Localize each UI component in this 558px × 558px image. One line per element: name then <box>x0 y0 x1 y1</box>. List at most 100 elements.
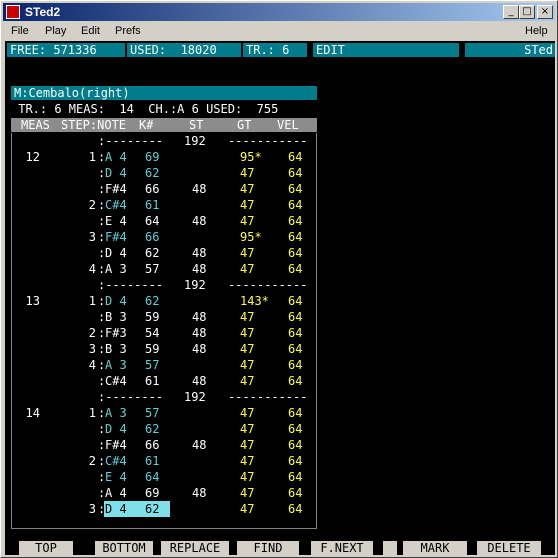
menu-file[interactable]: File <box>11 25 29 37</box>
key-number: 61 <box>145 374 160 388</box>
step-time: 48 <box>192 310 207 324</box>
note-name: C#4 <box>105 374 127 388</box>
event-row[interactable]: 4:A 3 57 48 47 64 <box>12 261 318 277</box>
key-number: 62 <box>145 422 160 436</box>
step-time: 48 <box>192 262 207 276</box>
key-number: 61 <box>145 198 160 212</box>
app-icon[interactable] <box>6 5 20 19</box>
event-row[interactable]: :A 4 69 48 47 64 <box>12 485 318 501</box>
track-title: M:Cembalo(right) <box>11 86 317 100</box>
event-row[interactable]: :E 4 64 47 64 <box>12 469 318 485</box>
note-name: A 3 <box>105 358 127 372</box>
key-number: 62 <box>145 294 160 308</box>
fkey-find[interactable]: FIND <box>237 541 299 555</box>
menu-edit[interactable]: Edit <box>81 25 100 37</box>
event-row[interactable]: 3: F#4 66 95* 64 <box>12 229 318 245</box>
velocity: 64 <box>288 486 303 500</box>
minimize-button[interactable]: _ <box>503 5 519 19</box>
key-number: 57 <box>145 358 160 372</box>
event-row[interactable]: 12 1: A 4 69 95* 64 <box>12 149 318 165</box>
title-bar[interactable]: STed2 _ □ × <box>3 3 555 21</box>
fkey-delete[interactable]: DELETE <box>477 541 541 555</box>
meas-number: 13 <box>25 294 40 308</box>
separator-line: :-------- <box>98 278 164 292</box>
step-number: 3 <box>88 230 96 244</box>
gate-time: 47 <box>240 502 255 516</box>
fkey-mark[interactable]: MARK <box>403 541 467 555</box>
note-name: D 4 <box>105 246 127 260</box>
maximize-button[interactable]: □ <box>519 5 535 19</box>
gate-time: 47 <box>240 246 255 260</box>
key-number: 59 <box>145 310 160 324</box>
gate-time: 47 <box>240 406 255 420</box>
col-key: K# <box>139 118 154 132</box>
menu-prefs[interactable]: Prefs <box>115 25 141 37</box>
event-row[interactable]: : F#4 66 48 47 64 <box>12 181 318 197</box>
close-button[interactable]: × <box>537 5 553 19</box>
event-row[interactable]: 2: F#3 54 48 47 64 <box>12 325 318 341</box>
measure-separator[interactable]: :-------- 192 ----------- <box>12 389 318 405</box>
separator-line: :-------- <box>98 390 164 404</box>
velocity: 64 <box>288 214 303 228</box>
measure-separator[interactable]: :-------- 192 ----------- <box>12 277 318 293</box>
note-name: D 4 <box>105 502 127 516</box>
step-number: 4 <box>88 358 96 372</box>
fkey-fnext[interactable]: F.NEXT <box>311 541 373 555</box>
fkey-top[interactable]: TOP <box>19 541 73 555</box>
event-row[interactable]: :D 4 62 47 64 <box>12 421 318 437</box>
fkey-bottom[interactable]: BOTTOM <box>95 541 153 555</box>
velocity: 64 <box>288 422 303 436</box>
note-name: F#4 <box>105 230 127 244</box>
gate-time: 47 <box>240 182 255 196</box>
event-row[interactable]: 2: C#4 61 47 64 <box>12 453 318 469</box>
velocity: 64 <box>288 342 303 356</box>
velocity: 64 <box>288 166 303 180</box>
step-time: 48 <box>192 342 207 356</box>
app-label: STed <box>465 43 555 57</box>
event-row[interactable]: 3:B 3 59 48 47 64 <box>12 341 318 357</box>
menu-help[interactable]: Help <box>525 25 548 37</box>
event-row[interactable]: 14 1: A 3 57 47 64 <box>12 405 318 421</box>
measure-separator[interactable]: :-------- 192 ----------- <box>12 133 318 149</box>
fkey-blank[interactable] <box>383 541 397 555</box>
key-number: 57 <box>145 262 160 276</box>
step-time: 48 <box>192 438 207 452</box>
window-title: STed2 <box>25 5 61 19</box>
gate-time: 47 <box>240 374 255 388</box>
fkey-replace[interactable]: REPLACE <box>161 541 229 555</box>
event-row[interactable]: 4:A 3 57 47 64 <box>12 357 318 373</box>
editor-screen[interactable]: FREE: 571336 USED: 18020 TR.: 6 EDIT STe… <box>5 41 555 555</box>
step-number: 1 <box>88 406 96 420</box>
col-gt: GT <box>237 118 252 132</box>
velocity: 64 <box>288 198 303 212</box>
separator-line-right: ----------- <box>228 390 308 404</box>
velocity: 64 <box>288 262 303 276</box>
note-name: D 4 <box>105 166 127 180</box>
velocity: 64 <box>288 246 303 260</box>
event-row[interactable]: :D 4 62 47 64 <box>12 165 318 181</box>
meas-number: 12 <box>25 150 40 164</box>
event-row[interactable]: 3:D 4 62 47 64 <box>12 501 318 517</box>
event-row[interactable]: : C#4 61 48 47 64 <box>12 373 318 389</box>
key-number: 54 <box>145 326 160 340</box>
step-number: 3 <box>88 342 96 356</box>
menu-play[interactable]: Play <box>45 25 66 37</box>
event-row[interactable]: : F#4 66 48 47 64 <box>12 437 318 453</box>
status-track: TR.: 6 <box>243 43 307 57</box>
velocity: 64 <box>288 294 303 308</box>
event-row[interactable]: :B 3 59 48 47 64 <box>12 309 318 325</box>
event-row[interactable]: :E 4 64 48 47 64 <box>12 213 318 229</box>
key-number: 59 <box>145 342 160 356</box>
event-list[interactable]: :-------- 192 ----------- 12 1: A 4 69 95* 64: D … <box>11 133 317 529</box>
used-memory: USED: 18020 <box>127 43 241 57</box>
key-number: 69 <box>145 486 160 500</box>
menu-bar: File Play Edit Prefs Help <box>3 22 555 41</box>
event-row[interactable]: :D 4 62 48 47 64 <box>12 245 318 261</box>
event-row[interactable]: 13 1: D 4 62 143* 64 <box>12 293 318 309</box>
event-row[interactable]: 2: C#4 61 47 64 <box>12 197 318 213</box>
note-name: B 3 <box>105 310 127 324</box>
velocity: 64 <box>288 358 303 372</box>
velocity: 64 <box>288 326 303 340</box>
step-time: 48 <box>192 326 207 340</box>
note-name: E 4 <box>105 214 127 228</box>
